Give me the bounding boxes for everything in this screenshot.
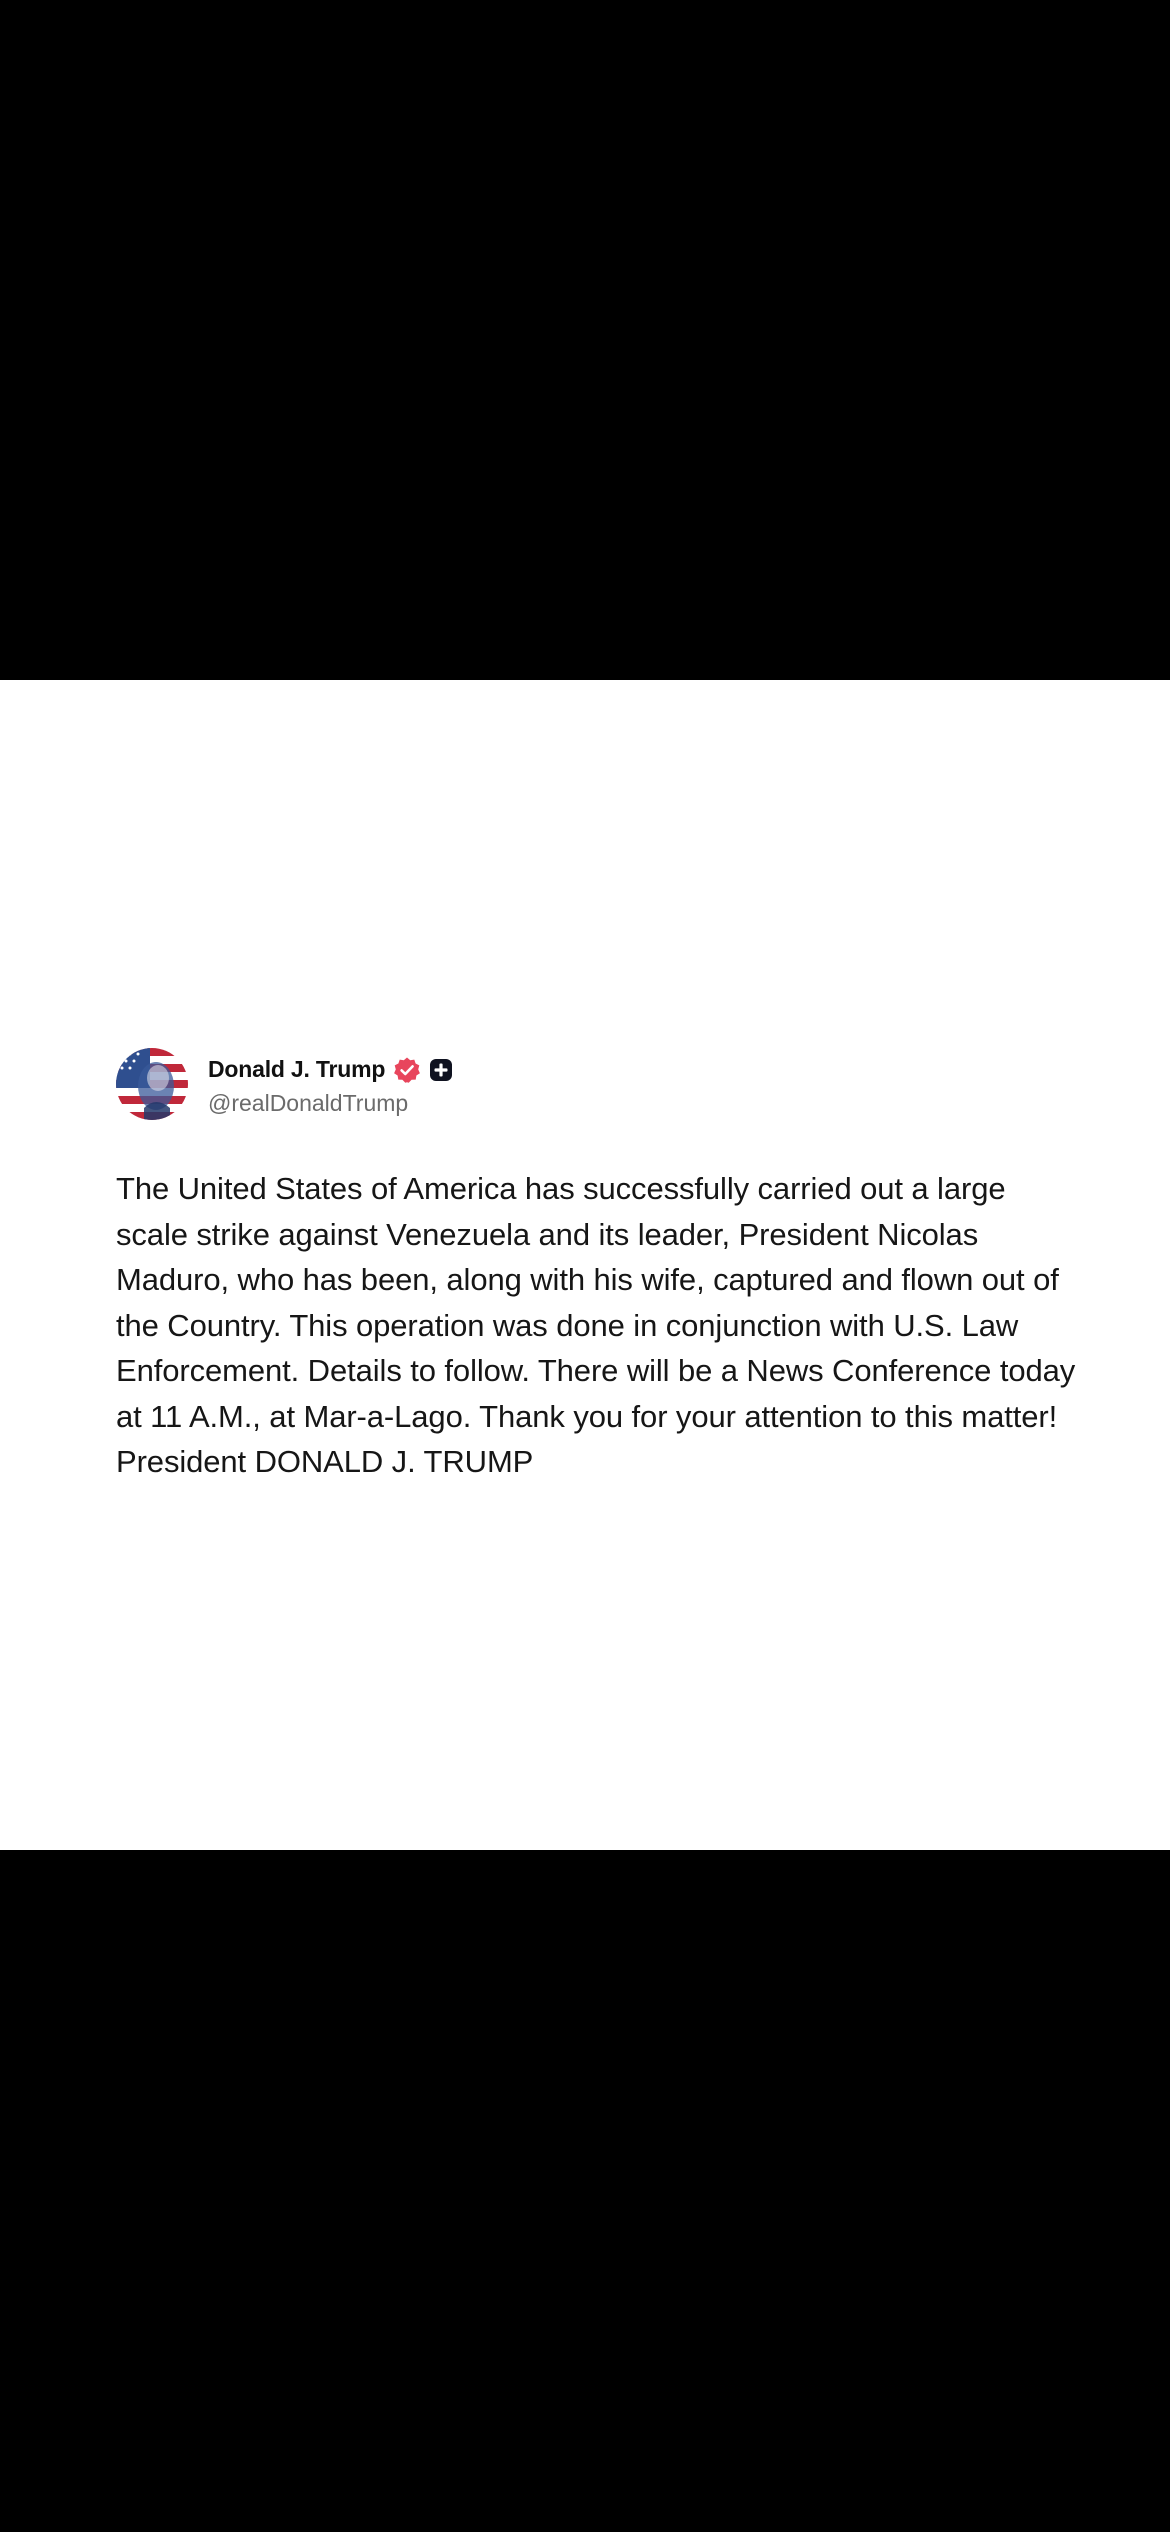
verified-badge-icon bbox=[393, 1056, 421, 1084]
letterbox-bottom bbox=[0, 1850, 1170, 2532]
avatar-image bbox=[116, 1048, 188, 1120]
profile-avatar[interactable] bbox=[116, 1048, 188, 1120]
author-handle[interactable]: @realDonaldTrump bbox=[208, 1090, 453, 1117]
post-text: The United States of America has success… bbox=[116, 1171, 1076, 1479]
author-info: Donald J. Trump @realDonaldTrump bbox=[208, 1052, 453, 1117]
post-card: Donald J. Trump @realDonaldTrump The Uni… bbox=[0, 680, 1170, 1850]
name-row: Donald J. Trump bbox=[208, 1052, 453, 1088]
plus-badge-icon bbox=[429, 1058, 453, 1082]
post-header: Donald J. Trump @realDonaldTrump bbox=[116, 1046, 1076, 1122]
letterbox-top bbox=[0, 0, 1170, 680]
author-display-name[interactable]: Donald J. Trump bbox=[208, 1056, 385, 1083]
post: Donald J. Trump @realDonaldTrump The Uni… bbox=[116, 1046, 1076, 1485]
